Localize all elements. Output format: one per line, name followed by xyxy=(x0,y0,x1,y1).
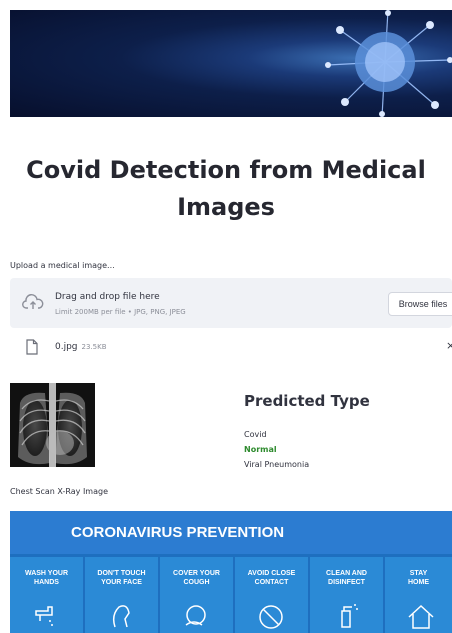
browse-files-button[interactable]: Browse files xyxy=(388,292,452,316)
file-name: 0.jpg xyxy=(55,342,78,352)
predicted-type-heading: Predicted Type xyxy=(244,392,370,410)
home-icon xyxy=(408,604,434,629)
dropzone-text: Drag and drop file here xyxy=(55,292,160,302)
chest-xray-image xyxy=(10,383,95,467)
uploaded-file-row: 0.jpg 23.5KB × xyxy=(10,336,452,360)
file-size: 23.5KB xyxy=(81,343,107,351)
poster-heading: CORONAVIRUS PREVENTION xyxy=(10,511,452,554)
prediction-list: Covid Normal Viral Pneumonia xyxy=(244,427,309,472)
image-caption: Chest Scan X-Ray Image xyxy=(10,487,109,496)
virus-banner-image xyxy=(10,10,452,117)
cloud-upload-icon xyxy=(22,293,44,315)
tile-line2: HOME xyxy=(408,579,429,586)
cough-icon xyxy=(185,605,206,626)
no-contact-icon xyxy=(259,605,283,629)
faucet-icon xyxy=(35,606,53,626)
tile-avoid-contact: AVOID CLOSE CONTACT xyxy=(235,557,308,633)
tile-wash-hands: WASH YOUR HANDS xyxy=(10,557,83,633)
tile-line1: CLEAN AND xyxy=(326,570,367,577)
tile-dont-touch-face: DON'T TOUCH YOUR FACE xyxy=(85,557,158,633)
tile-line1: AVOID CLOSE xyxy=(247,570,296,577)
spray-icon xyxy=(341,604,358,628)
file-dropzone[interactable]: Drag and drop file here Limit 200MB per … xyxy=(10,278,452,328)
tile-line1: DON'T TOUCH xyxy=(97,570,146,577)
dropzone-limit: Limit 200MB per file • JPG, PNG, JPEG xyxy=(55,308,186,316)
prediction-normal: Normal xyxy=(244,445,277,454)
uploader-label: Upload a medical image... xyxy=(10,261,115,270)
tile-line1: STAY xyxy=(409,570,428,577)
remove-file-button[interactable]: × xyxy=(446,339,452,352)
tile-line1: COVER YOUR xyxy=(173,570,220,577)
tile-stay-home: STAY HOME xyxy=(385,557,452,633)
face-icon xyxy=(112,605,130,628)
tile-line2: COUGH xyxy=(183,579,210,586)
tile-clean-disinfect: CLEAN AND DISINFECT xyxy=(310,557,383,633)
prediction-viral-pneumonia: Viral Pneumonia xyxy=(244,460,310,469)
prediction-covid: Covid xyxy=(244,430,267,439)
file-icon xyxy=(26,339,38,359)
page-title: Covid Detection from Medical Images xyxy=(26,156,426,221)
tile-line2: YOUR FACE xyxy=(101,579,142,586)
prevention-poster: CORONAVIRUS PREVENTION WASH YOUR HANDS D… xyxy=(10,511,452,633)
tile-line1: WASH YOUR xyxy=(24,570,69,577)
tile-cover-cough: COVER YOUR COUGH xyxy=(160,557,233,633)
tile-line2: HANDS xyxy=(34,579,59,586)
tile-line2: CONTACT xyxy=(254,579,289,586)
tile-line2: DISINFECT xyxy=(328,579,365,586)
